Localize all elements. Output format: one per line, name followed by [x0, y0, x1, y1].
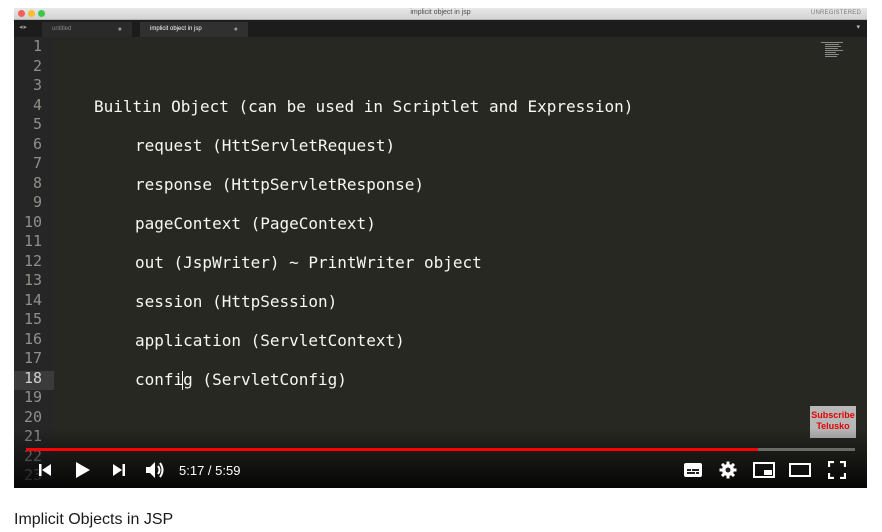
line-number: 9: [32, 193, 42, 211]
settings-button[interactable]: [717, 460, 739, 480]
line-number: 11: [23, 232, 42, 250]
play-button[interactable]: [72, 460, 92, 480]
line-number: 3: [32, 76, 42, 94]
fullscreen-button[interactable]: [826, 460, 848, 480]
line-number: 12: [23, 251, 42, 270]
tab-nav-arrows-icon[interactable]: ◂▸: [19, 23, 28, 31]
line-number: 19: [23, 388, 42, 406]
volume-icon: [146, 462, 164, 478]
line-number: 15: [23, 310, 42, 328]
code-line-request: request (HttServletRequest): [135, 136, 396, 155]
skip-previous-button[interactable]: [36, 460, 54, 480]
code-line-application: application (ServletContext): [135, 331, 405, 350]
time-display: 5:17 / 5:59: [179, 463, 241, 478]
subscribe-label: Subscribe: [811, 410, 855, 420]
tab-bar: ◂▸ untitled ● implicit object in jsp ● ▾: [14, 20, 867, 37]
play-icon: [76, 462, 90, 478]
theater-icon: [789, 463, 811, 477]
text-caret: [182, 371, 183, 390]
skip-previous-icon: [39, 464, 51, 476]
fullscreen-icon: [828, 461, 846, 479]
line-number: 14: [23, 290, 42, 309]
window-title: implicit object in jsp: [410, 9, 471, 16]
code-line-config: config (ServletConfig): [135, 370, 347, 389]
line-number: 7: [32, 154, 42, 172]
code-line-heading: Builtin Object (can be used in Scriptlet…: [94, 97, 634, 116]
line-number: 10: [23, 212, 42, 231]
skip-next-button[interactable]: [110, 460, 128, 480]
settings-icon: [719, 461, 737, 479]
code-editor[interactable]: 1234567891011121314151617181920212223 Bu…: [14, 37, 867, 488]
line-number: 13: [23, 271, 42, 289]
subtitles-icon: [684, 463, 702, 477]
controls-gradient: [14, 428, 867, 488]
line-number: 6: [32, 134, 42, 153]
window-titlebar: implicit object in jsp UNREGISTERED: [14, 8, 867, 20]
line-number: 4: [32, 95, 42, 114]
line-number: 17: [23, 349, 42, 367]
tab-label: implicit object in jsp: [150, 26, 202, 32]
skip-next-icon: [113, 464, 125, 476]
tab-close-dot-icon[interactable]: ●: [118, 22, 122, 37]
code-line-session: session (HttpSession): [135, 292, 338, 311]
code-line-out: out (JspWriter) ~ PrintWriter object: [135, 253, 482, 272]
theater-mode-button[interactable]: [788, 460, 812, 480]
line-number: 20: [23, 407, 42, 426]
tab-close-dot-icon[interactable]: ●: [234, 22, 238, 37]
subtitles-button[interactable]: [682, 460, 704, 480]
volume-button[interactable]: [144, 460, 166, 480]
line-number: 8: [32, 173, 42, 192]
miniplayer-button[interactable]: [752, 460, 776, 480]
tab-untitled[interactable]: untitled ●: [42, 22, 132, 37]
tab-implicit-object-in-jsp[interactable]: implicit object in jsp ●: [140, 22, 248, 37]
progress-bar[interactable]: [26, 448, 855, 451]
miniplayer-icon: [753, 462, 775, 478]
code-line-response: response (HttpServletResponse): [135, 175, 424, 194]
line-number-gutter: 1234567891011121314151617181920212223: [14, 37, 54, 488]
tab-label: untitled: [52, 26, 72, 32]
line-number: 5: [32, 115, 42, 133]
tab-dropdown-icon[interactable]: ▾: [856, 23, 860, 31]
line-number: 2: [32, 56, 42, 75]
minimap[interactable]: [821, 42, 845, 64]
video-title: Implicit Objects in JSP: [14, 511, 174, 528]
line-number: 16: [23, 329, 42, 348]
line-number: 18: [23, 368, 42, 387]
line-number: 1: [32, 37, 42, 55]
unregistered-label: UNREGISTERED: [810, 10, 861, 16]
code-line-pagecontext: pageContext (PageContext): [135, 214, 376, 233]
progress-bar-played: [26, 448, 758, 451]
video-player[interactable]: implicit object in jsp UNREGISTERED ◂▸ u…: [14, 8, 867, 488]
